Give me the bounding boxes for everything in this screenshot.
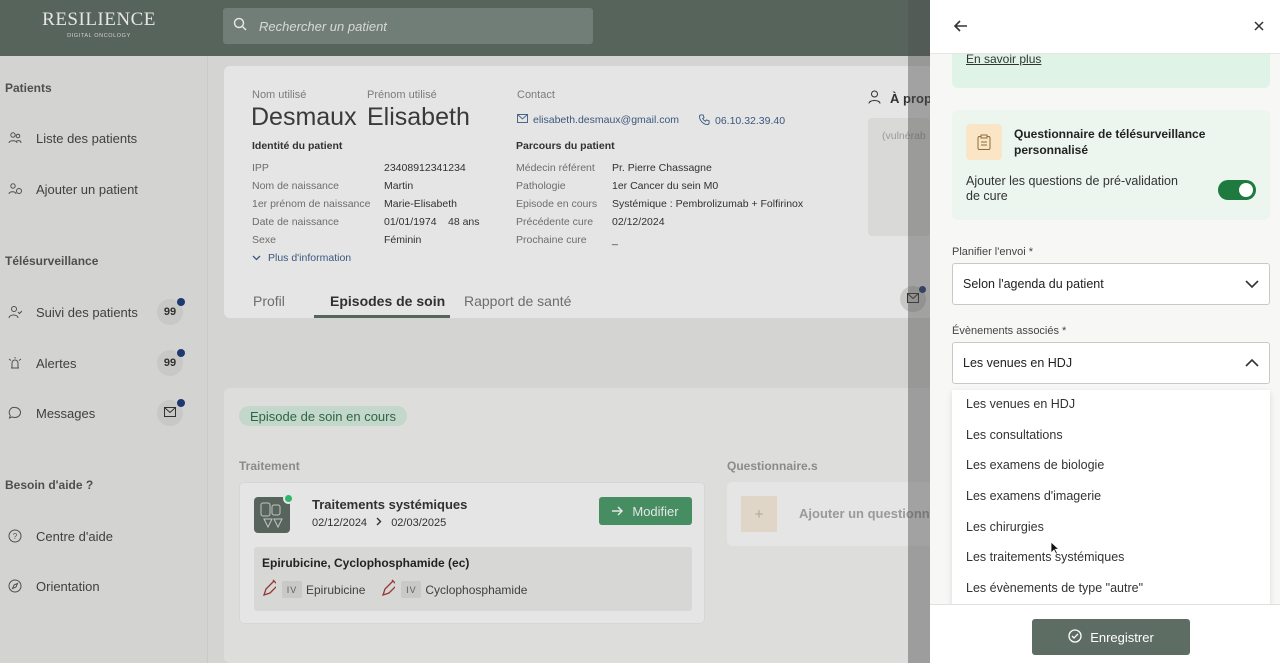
events-label: Évènements associés * <box>952 325 1067 337</box>
dropdown-option[interactable]: Les examens de biologie <box>966 458 1104 472</box>
questionnaire-settings-panel: En savoir plus Questionnaire de télésurv… <box>930 0 1280 663</box>
plan-label: Planifier l'envoi * <box>952 246 1033 258</box>
questionnaire-box: Questionnaire de télésurveillance person… <box>952 110 1270 220</box>
check-circle-icon <box>1068 628 1082 646</box>
dropdown-option[interactable]: Les traitements systémiques <box>966 550 1124 564</box>
prevalidation-toggle[interactable] <box>1218 180 1256 200</box>
modal-backdrop[interactable] <box>0 0 930 663</box>
chevron-up-icon <box>1245 355 1259 374</box>
panel-shadow <box>908 0 930 663</box>
mouse-cursor-icon <box>1050 541 1061 558</box>
questionnaire-title: Questionnaire de télésurveillance person… <box>1014 127 1206 157</box>
clipboard-icon <box>966 124 1002 160</box>
close-icon[interactable] <box>1254 18 1264 35</box>
back-arrow-icon[interactable] <box>953 19 968 37</box>
panel-header <box>930 0 1280 54</box>
save-button[interactable]: Enregistrer <box>1032 619 1190 655</box>
panel-footer: Enregistrer <box>930 604 1280 663</box>
dropdown-option[interactable]: Les évènements de type "autre" <box>966 581 1143 595</box>
prevalidation-option-label: Ajouter les questions de pré-validation … <box>966 174 1178 203</box>
dropdown-option[interactable]: Les chirurgies <box>966 520 1044 534</box>
learn-more-link[interactable]: En savoir plus <box>966 52 1041 66</box>
events-dropdown: Les venues en HDJ Les consultations Les … <box>952 390 1270 604</box>
chevron-down-icon <box>1245 276 1259 295</box>
dropdown-option[interactable]: Les venues en HDJ <box>966 397 1075 411</box>
events-select[interactable]: Les venues en HDJ <box>952 342 1270 384</box>
dropdown-option[interactable]: Les examens d'imagerie <box>966 489 1101 503</box>
dropdown-option[interactable]: Les consultations <box>966 428 1063 442</box>
plan-select[interactable]: Selon l'agenda du patient <box>952 263 1270 305</box>
